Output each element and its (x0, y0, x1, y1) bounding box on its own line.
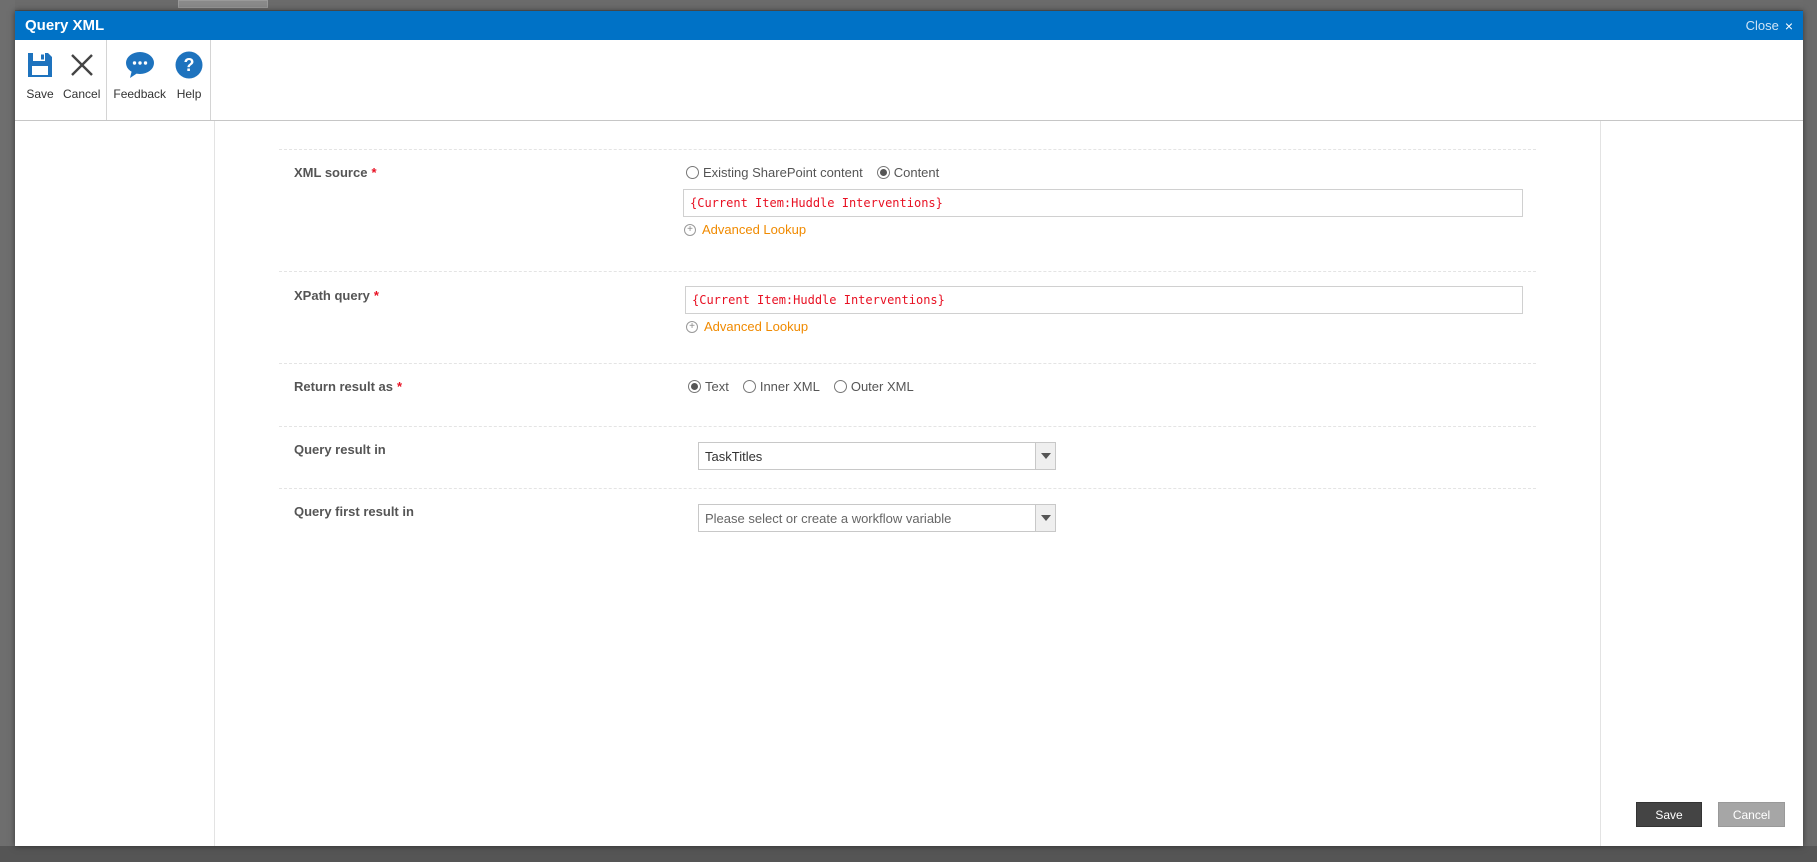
ribbon-feedback-label: Feedback (113, 87, 167, 101)
radio-text[interactable]: Text (688, 379, 729, 394)
svg-text:?: ? (184, 55, 195, 75)
xpath-query-controls: {Current Item:Huddle Interventions} + Ad… (683, 286, 1523, 334)
xml-source-label: XML source * (294, 165, 377, 180)
form-panel: XML source * Existing SharePoint content … (214, 121, 1785, 846)
row-query-result-in: Query result in TaskTitles (279, 426, 1536, 488)
radio-content-label: Content (893, 165, 940, 180)
radio-indicator-selected (876, 166, 890, 179)
query-first-result-in-controls: Please select or create a workflow varia… (698, 504, 1056, 532)
ribbon-save-button[interactable]: Save (21, 40, 59, 120)
ribbon-help-button[interactable]: ? Help (170, 40, 208, 120)
close-label: Close (1745, 18, 1779, 33)
radio-inner-xml[interactable]: Inner XML (742, 379, 820, 394)
backdrop-tab (178, 0, 268, 8)
xpath-query-label: XPath query * (294, 288, 379, 303)
floppy-disk-icon (25, 50, 55, 80)
radio-indicator (686, 166, 699, 179)
ribbon-group-commit: Save Cancel (19, 40, 108, 120)
xml-source-radio-group: Existing SharePoint content Content (686, 165, 1523, 180)
row-xpath-query: XPath query * {Current Item:Huddle Interv… (279, 271, 1536, 363)
required-marker: * (373, 288, 379, 303)
radio-existing-sharepoint-content[interactable]: Existing SharePoint content (686, 165, 863, 180)
ribbon-cancel-button[interactable]: Cancel (59, 40, 104, 120)
radio-outer-xml[interactable]: Outer XML (833, 379, 914, 394)
xpath-advanced-lookup-link[interactable]: + Advanced Lookup (686, 319, 1523, 334)
xml-source-content-field[interactable]: {Current Item:Huddle Interventions} (683, 189, 1523, 217)
close-icon: × (1784, 17, 1793, 34)
radio-text-label: Text (705, 379, 729, 394)
backdrop-left (0, 0, 15, 862)
advanced-lookup-label: Advanced Lookup (702, 222, 807, 237)
row-return-result-as: Return result as * Text Inner XML Outer … (279, 363, 1536, 426)
query-first-result-in-label: Query first result in (294, 504, 414, 519)
ribbon-group-support: Feedback ? Help (107, 40, 212, 120)
return-result-as-label-text: Return result as (294, 379, 393, 394)
return-result-radio-group: Text Inner XML Outer XML (688, 379, 914, 394)
chevron-down-icon[interactable] (1035, 505, 1055, 531)
ribbon-feedback-button[interactable]: Feedback (109, 40, 170, 120)
chevron-down-icon[interactable] (1035, 443, 1055, 469)
query-xml-form: XML source * Existing SharePoint content … (279, 149, 1536, 550)
required-marker: * (396, 379, 403, 394)
backdrop-bottom (0, 846, 1817, 862)
query-result-in-controls: TaskTitles (698, 442, 1056, 470)
xpath-query-label-text: XPath query (294, 288, 370, 303)
backdrop-top (0, 0, 1817, 10)
radio-inner-xml-label: Inner XML (759, 379, 820, 394)
query-result-in-select[interactable]: TaskTitles (698, 442, 1056, 470)
plus-circle-icon: + (684, 223, 696, 236)
query-first-result-in-placeholder: Please select or create a workflow varia… (705, 510, 952, 526)
dialog-content: XML source * Existing SharePoint content … (15, 121, 1803, 846)
query-first-result-in-select[interactable]: Please select or create a workflow varia… (698, 504, 1056, 532)
query-result-in-value: TaskTitles (705, 448, 763, 464)
radio-indicator-selected (688, 380, 701, 393)
speech-bubble-icon (125, 50, 155, 80)
ribbon-toolbar: Save Cancel Feedback ? Help (15, 40, 1803, 121)
query-xml-dialog: Query XML Close × Save Cancel Feedback ?… (15, 11, 1803, 846)
radio-outer-xml-label: Outer XML (850, 379, 914, 394)
xml-source-label-text: XML source (294, 165, 368, 180)
dialog-titlebar: Query XML Close × (15, 11, 1803, 40)
x-close-icon (67, 50, 97, 80)
footer-cancel-button[interactable]: Cancel (1718, 802, 1785, 827)
query-result-in-label: Query result in (294, 442, 386, 457)
plus-circle-icon: + (686, 320, 698, 333)
dialog-title: Query XML (25, 17, 105, 34)
backdrop-right (1803, 0, 1817, 862)
radio-existing-sharepoint-label: Existing SharePoint content (703, 165, 863, 180)
row-query-first-result-in: Query first result in Please select or c… (279, 488, 1536, 550)
ribbon-help-label: Help (176, 87, 202, 101)
return-result-as-controls: Text Inner XML Outer XML (688, 379, 914, 394)
radio-content[interactable]: Content (876, 165, 940, 180)
footer-save-button[interactable]: Save (1636, 802, 1702, 827)
ribbon-cancel-label: Cancel (63, 87, 101, 101)
close-button[interactable]: Close × (1746, 18, 1793, 34)
return-result-as-label: Return result as * (294, 379, 402, 394)
advanced-lookup-label: Advanced Lookup (704, 319, 809, 334)
row-xml-source: XML source * Existing SharePoint content … (279, 149, 1536, 271)
ribbon-save-label: Save (26, 87, 54, 101)
xpath-query-field[interactable]: {Current Item:Huddle Interventions} (685, 286, 1523, 314)
radio-indicator (742, 380, 756, 393)
required-marker: * (371, 165, 377, 180)
question-mark-icon: ? (174, 50, 204, 80)
xml-source-controls: Existing SharePoint content Content {Cur… (683, 165, 1523, 237)
radio-indicator (833, 380, 847, 393)
xml-source-advanced-lookup-link[interactable]: + Advanced Lookup (684, 222, 1523, 237)
